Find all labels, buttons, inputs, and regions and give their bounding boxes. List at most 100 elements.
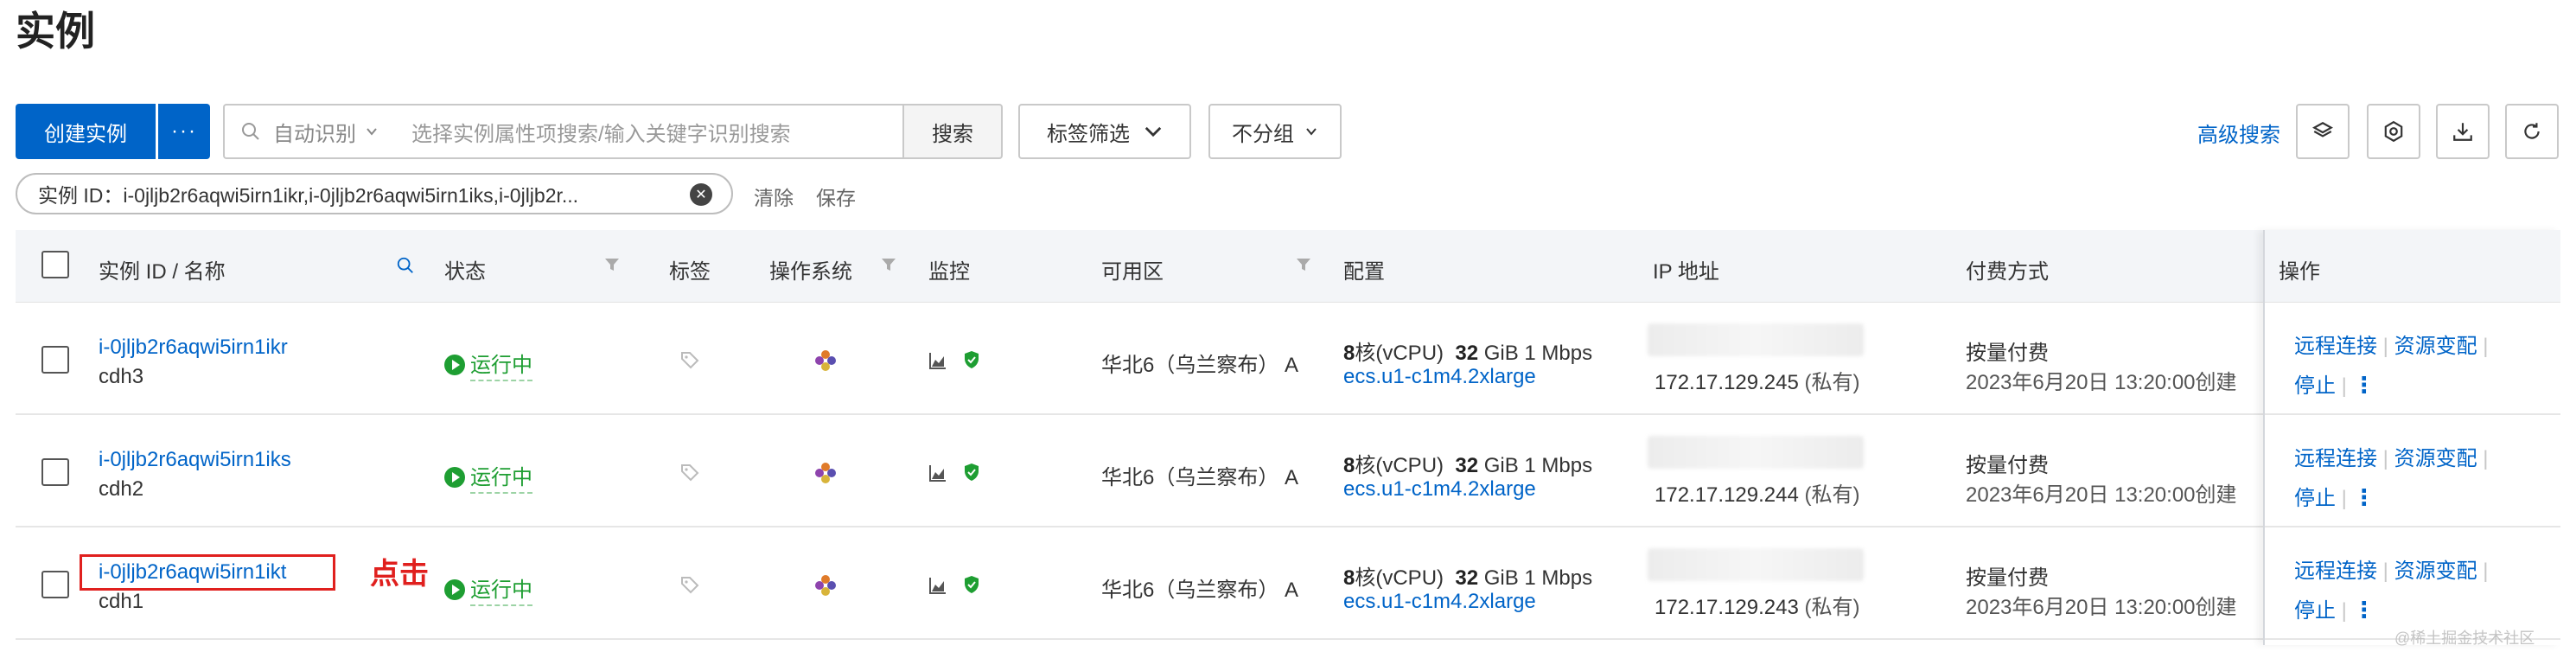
status-text: 运行中	[470, 572, 532, 606]
status-text: 运行中	[470, 460, 532, 494]
search-box[interactable]: 自动识别 选择实例属性项搜索/输入关键字识别搜索	[223, 104, 904, 159]
filter-chip[interactable]: 实例 ID：i-0jljb2r6aqwi5irn1ikr,i-0jljb2r6a…	[16, 173, 733, 214]
table-header: 实例 ID / 名称 状态 标签 操作系统 监控 可用区 配置 IP 地址 付费…	[16, 230, 2560, 303]
os-icon	[815, 575, 836, 596]
gear-icon	[2384, 120, 2403, 143]
search-icon[interactable]	[396, 256, 415, 275]
table-row: i-0jljb2r6aqwi5irn1ikr cdh3 运行中 华北6（乌兰察布…	[16, 304, 2560, 415]
click-annotation: 点击	[370, 558, 429, 591]
zone-text: 华北6（乌兰察布） A	[1101, 466, 1299, 489]
search-input[interactable]: 选择实例属性项搜索/输入关键字识别搜索	[411, 117, 791, 147]
header-instance: 实例 ID / 名称	[99, 260, 226, 284]
advanced-search-link[interactable]: 高级搜索	[2197, 118, 2280, 148]
click-highlight-box	[80, 554, 335, 591]
search-icon	[242, 123, 259, 140]
public-ip-redacted	[1648, 548, 1864, 581]
ops-column-divider	[2263, 230, 2560, 645]
instance-type-link[interactable]: ecs.u1-c1m4.2xlarge	[1343, 590, 1536, 614]
running-icon	[444, 466, 465, 488]
download-button[interactable]	[2436, 104, 2490, 159]
tag-filter-label: 标签筛选	[1047, 122, 1130, 146]
chevron-down-icon	[367, 128, 377, 136]
shield-icon[interactable]	[961, 574, 982, 595]
private-ip: 172.17.129.243 (私有)	[1655, 596, 1860, 619]
header-zone: 可用区	[1101, 260, 1164, 284]
instance-id-link[interactable]: i-0jljb2r6aqwi5irn1ikr	[99, 336, 288, 360]
chart-icon[interactable]	[928, 576, 947, 595]
public-ip-redacted	[1648, 323, 1864, 356]
chevron-down-icon	[1145, 126, 1162, 137]
refresh-button[interactable]	[2505, 104, 2559, 159]
header-ip: IP 地址	[1653, 260, 1719, 284]
header-monitor: 监控	[928, 260, 970, 284]
group-select[interactable]: 不分组	[1208, 104, 1342, 159]
instance-type-link[interactable]: ecs.u1-c1m4.2xlarge	[1343, 365, 1536, 389]
status-badge: 运行中	[444, 572, 532, 606]
header-os: 操作系统	[769, 260, 852, 284]
search-button[interactable]: 搜索	[902, 104, 1003, 159]
chevron-down-icon	[1306, 128, 1317, 136]
shield-icon[interactable]	[961, 349, 982, 370]
tag-filter-button[interactable]: 标签筛选	[1018, 104, 1191, 159]
status-badge: 运行中	[444, 348, 532, 381]
tag-icon[interactable]	[679, 574, 700, 595]
instance-type-link[interactable]: ecs.u1-c1m4.2xlarge	[1343, 477, 1536, 502]
download-icon	[2453, 123, 2472, 141]
private-ip: 172.17.129.244 (私有)	[1655, 483, 1860, 507]
filter-icon[interactable]	[603, 256, 621, 273]
search-mode-select[interactable]: 自动识别	[273, 117, 356, 147]
header-status: 状态	[444, 260, 486, 284]
config-spec: 8核(vCPU) 32 GiB 1 Mbps	[1343, 454, 1593, 477]
create-instance-button[interactable]: 创建实例	[16, 104, 156, 159]
settings-button[interactable]	[2367, 104, 2420, 159]
status-badge: 运行中	[444, 460, 532, 494]
created-time: 2023年6月20日 13:20:00创建	[1966, 371, 2237, 394]
status-text: 运行中	[470, 348, 532, 381]
zone-text: 华北6（乌兰察布） A	[1101, 354, 1299, 377]
header-config: 配置	[1343, 260, 1385, 284]
created-time: 2023年6月20日 13:20:00创建	[1966, 483, 2237, 507]
tag-icon[interactable]	[679, 462, 700, 483]
shield-icon[interactable]	[961, 462, 982, 483]
os-icon	[815, 463, 836, 483]
filter-icon[interactable]	[880, 256, 897, 273]
zone-text: 华北6（乌兰察布） A	[1101, 578, 1299, 602]
os-icon	[815, 350, 836, 371]
instance-name: cdh3	[99, 365, 144, 388]
row-checkbox[interactable]	[41, 571, 69, 598]
private-ip: 172.17.129.245 (私有)	[1655, 371, 1860, 394]
close-icon[interactable]: ✕	[690, 183, 712, 206]
tag-icon[interactable]	[679, 349, 700, 370]
public-ip-redacted	[1648, 436, 1864, 469]
more-actions-button[interactable]: ···	[158, 104, 210, 159]
refresh-icon	[2524, 123, 2540, 139]
layers-button[interactable]	[2296, 104, 2350, 159]
header-billing: 付费方式	[1966, 260, 2049, 284]
filter-chip-label: 实例 ID：i-0jljb2r6aqwi5irn1ikr,i-0jljb2r6a…	[38, 184, 579, 207]
billing-type: 按量付费	[1966, 566, 2049, 590]
group-select-label: 不分组	[1232, 122, 1294, 146]
table-row: i-0jljb2r6aqwi5irn1iks cdh2 运行中 华北6（乌兰察布…	[16, 417, 2560, 527]
instance-name: cdh1	[99, 590, 144, 613]
filter-icon[interactable]	[1295, 256, 1312, 273]
billing-type: 按量付费	[1966, 342, 2049, 365]
chart-icon[interactable]	[928, 463, 947, 483]
billing-type: 按量付费	[1966, 454, 2049, 477]
running-icon	[444, 354, 465, 375]
page-title: 实例	[16, 9, 95, 54]
select-all-checkbox[interactable]	[41, 251, 69, 278]
created-time: 2023年6月20日 13:20:00创建	[1966, 596, 2237, 619]
watermark: @稀土掘金技术社区	[2394, 630, 2535, 647]
instance-id-link[interactable]: i-0jljb2r6aqwi5irn1iks	[99, 448, 291, 472]
layers-icon	[2312, 122, 2333, 137]
header-tags: 标签	[669, 260, 711, 284]
config-spec: 8核(vCPU) 32 GiB 1 Mbps	[1343, 342, 1593, 365]
clear-filter-link[interactable]: 清除	[754, 182, 794, 211]
instance-name: cdh2	[99, 477, 144, 501]
chart-icon[interactable]	[928, 351, 947, 370]
row-checkbox[interactable]	[41, 346, 69, 374]
config-spec: 8核(vCPU) 32 GiB 1 Mbps	[1343, 566, 1593, 590]
running-icon	[444, 578, 465, 600]
row-checkbox[interactable]	[41, 458, 69, 486]
save-filter-link[interactable]: 保存	[816, 182, 856, 211]
